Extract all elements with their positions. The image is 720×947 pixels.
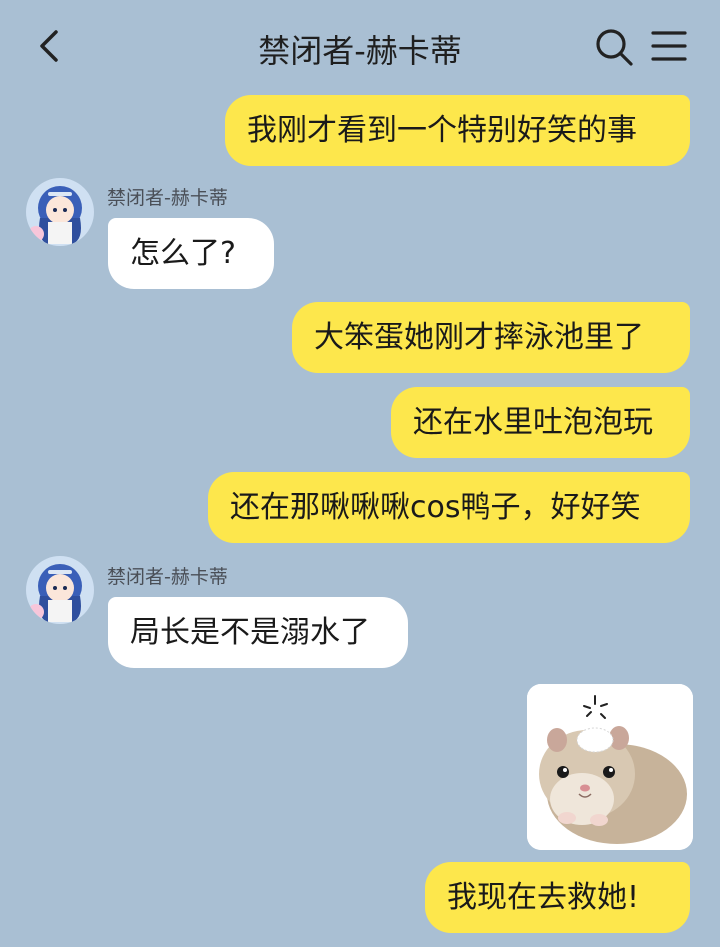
message-text: 我现在去救她! [447,879,640,915]
hamster-icon [527,684,693,850]
character-avatar-icon [26,178,94,246]
avatar[interactable] [26,178,94,246]
message-bubble-outgoing[interactable]: 还在那啾啾啾cos鸭子，好好笑 [208,472,690,543]
menu-button[interactable] [650,28,688,64]
message-text: 局长是不是溺水了 [130,614,370,650]
menu-icon [651,31,687,61]
search-icon [596,29,633,66]
sender-name: 禁闭者-赫卡蒂 [107,187,228,209]
message-bubble-incoming[interactable]: 局长是不是溺水了 [108,597,408,668]
chat-header: 禁闭者-赫卡蒂 [0,0,720,92]
hamster-sticker[interactable] [527,684,693,850]
chat-screen: 禁闭者-赫卡蒂 我刚才看到一个特别好笑的事 禁闭者-赫卡蒂 怎么了? 大笨蛋她刚… [0,0,720,947]
search-button[interactable] [594,27,634,67]
message-text: 怎么了? [130,235,236,271]
message-bubble-outgoing[interactable]: 还在水里吐泡泡玩 [391,387,690,458]
message-text: 还在水里吐泡泡玩 [413,404,653,440]
message-bubble-outgoing[interactable]: 大笨蛋她刚才摔泳池里了 [292,302,690,373]
avatar[interactable] [26,556,94,624]
sender-name: 禁闭者-赫卡蒂 [107,566,228,588]
message-text: 大笨蛋她刚才摔泳池里了 [314,319,644,355]
message-text: 还在那啾啾啾cos鸭子，好好笑 [230,489,641,525]
message-bubble-incoming[interactable]: 怎么了? [108,218,274,289]
message-bubble-outgoing[interactable]: 我刚才看到一个特别好笑的事 [225,95,690,166]
message-bubble-outgoing[interactable]: 我现在去救她! [425,862,690,933]
message-text: 我刚才看到一个特别好笑的事 [247,112,637,148]
character-avatar-icon [26,556,94,624]
